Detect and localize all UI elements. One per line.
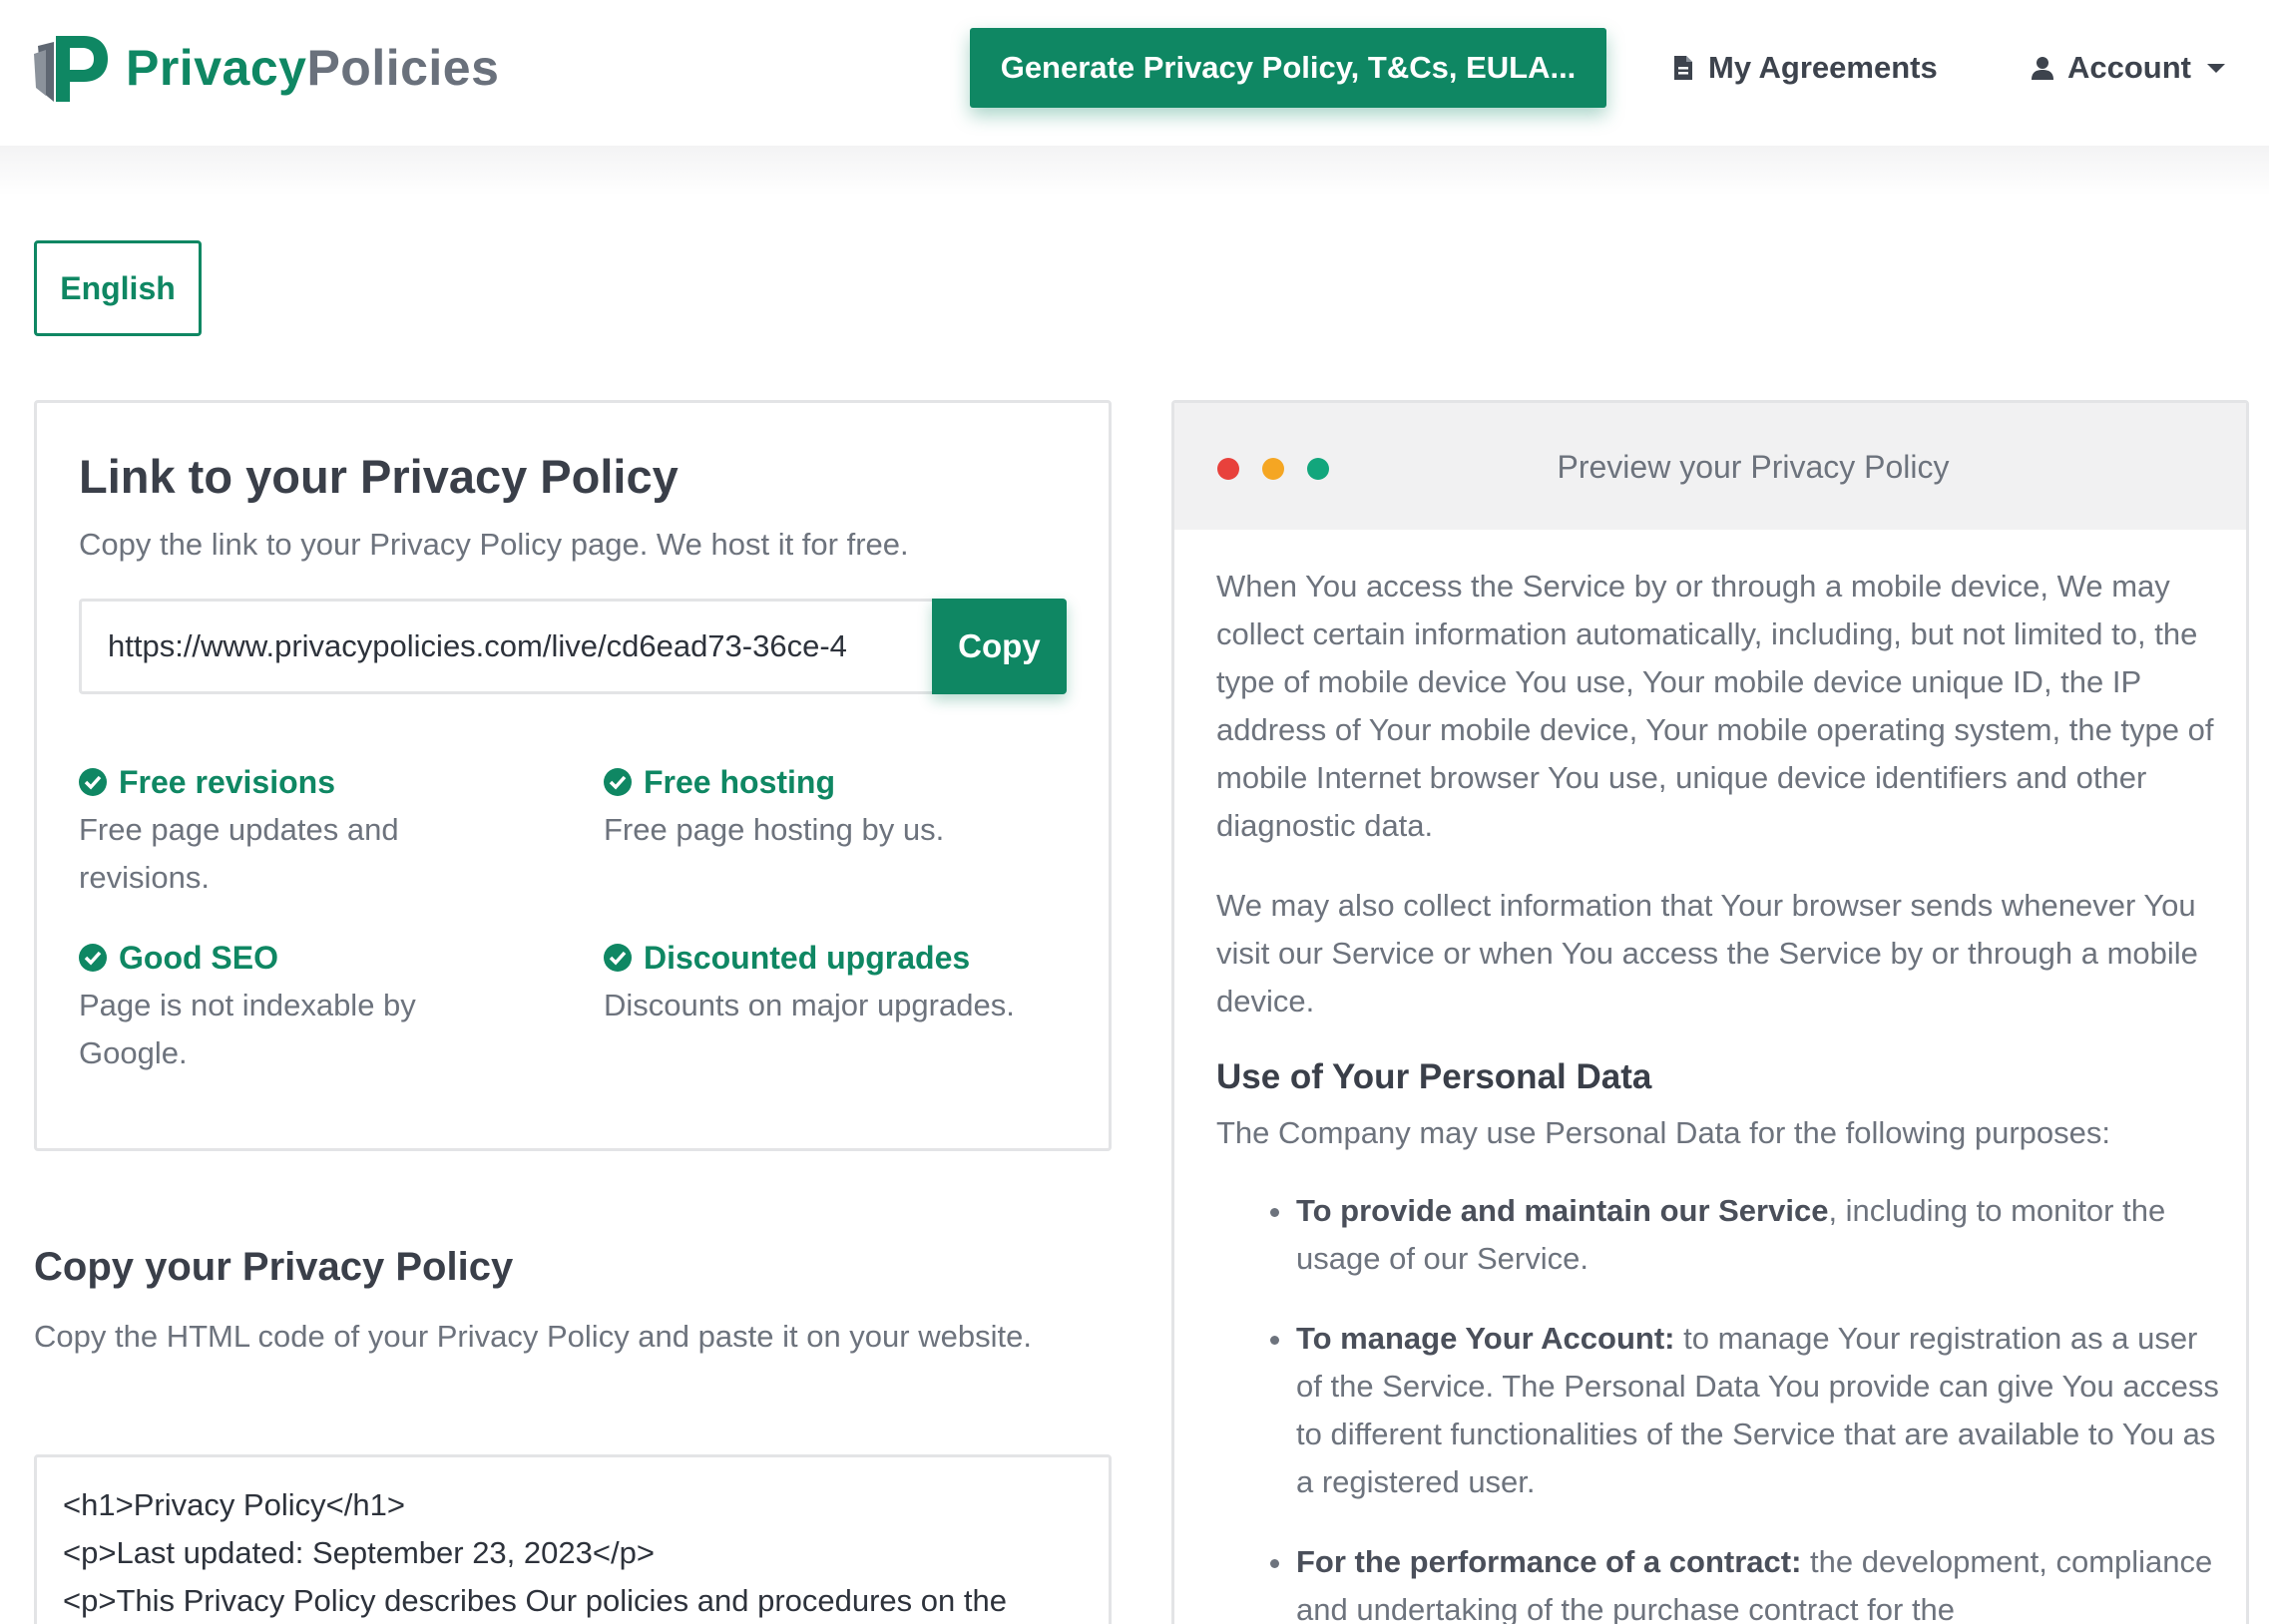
link-card-title: Link to your Privacy Policy xyxy=(79,450,679,503)
preview-title: Preview your Privacy Policy xyxy=(1557,449,1950,485)
policy-url-field[interactable]: https://www.privacypolicies.com/live/cd6… xyxy=(79,599,932,694)
url-group: https://www.privacypolicies.com/live/cd6… xyxy=(79,599,1067,694)
feature-free-hosting: Free hosting Free page hosting by us. xyxy=(604,760,1063,854)
link-card-subtitle: Copy the link to your Privacy Policy pag… xyxy=(79,527,909,562)
account-menu[interactable]: Account xyxy=(2032,44,2225,92)
check-circle-icon xyxy=(79,768,107,796)
copy-url-button[interactable]: Copy xyxy=(931,599,1067,694)
code-line: <h1>Privacy Policy</h1> xyxy=(63,1487,405,1522)
feature-desc: Page is not indexable by Google. xyxy=(79,988,416,1070)
header-divider xyxy=(0,146,2269,196)
logo-icon xyxy=(34,36,108,102)
user-icon xyxy=(2032,57,2053,80)
feature-free-revisions: Free revisions Free page updates and rev… xyxy=(79,760,538,902)
logo-text: PrivacyPolicies xyxy=(126,40,500,96)
feature-title: Discounted upgrades xyxy=(644,939,971,976)
preview-content: When You access the Service by or throug… xyxy=(1216,563,2224,1624)
feature-title: Free revisions xyxy=(119,763,335,800)
list-item: For the performance of a contract: the d… xyxy=(1270,1538,2224,1624)
copy-section-title: Copy your Privacy Policy xyxy=(34,1245,514,1289)
check-circle-icon xyxy=(79,944,107,972)
list-item: To manage Your Account: to manage Your r… xyxy=(1270,1315,2224,1506)
document-icon xyxy=(1674,56,1692,80)
preview-titlebar: Preview your Privacy Policy xyxy=(1174,403,2246,530)
generate-policy-button[interactable]: Generate Privacy Policy, T&Cs, EULA... xyxy=(970,28,1606,108)
language-button[interactable]: English xyxy=(34,240,202,336)
preview-heading: Use of Your Personal Data xyxy=(1216,1057,1652,1096)
feature-desc: Free page hosting by us. xyxy=(604,812,945,847)
copy-section-subtitle: Copy the HTML code of your Privacy Polic… xyxy=(34,1319,1032,1354)
preview-panel[interactable]: Preview your Privacy Policy When You acc… xyxy=(1171,400,2249,1624)
check-circle-icon xyxy=(604,944,632,972)
list-item: To provide and maintain our Service, inc… xyxy=(1270,1187,2224,1283)
check-circle-icon xyxy=(604,768,632,796)
feature-discounted-upgrades: Discounted upgrades Discounts on major u… xyxy=(604,936,1063,1029)
link-card: Link to your Privacy Policy Copy the lin… xyxy=(34,400,1112,1151)
feature-good-seo: Good SEO Page is not indexable by Google… xyxy=(79,936,538,1077)
feature-title: Good SEO xyxy=(119,939,278,976)
page: PrivacyPolicies Generate Privacy Policy,… xyxy=(0,0,2269,1624)
purpose-list: To provide and maintain our Service, inc… xyxy=(1216,1187,2224,1624)
my-agreements-label: My Agreements xyxy=(1708,50,1938,85)
feature-title: Free hosting xyxy=(644,763,836,800)
preview-paragraph: When You access the Service by or throug… xyxy=(1216,569,2214,843)
logo[interactable]: PrivacyPolicies xyxy=(32,32,499,104)
preview-paragraph: We may also collect information that You… xyxy=(1216,888,2198,1018)
my-agreements-link[interactable]: My Agreements xyxy=(1672,44,1938,92)
code-line: <p>This Privacy Policy describes Our pol… xyxy=(63,1583,1007,1618)
preview-paragraph: The Company may use Personal Data for th… xyxy=(1216,1115,2111,1150)
chevron-down-icon xyxy=(2207,63,2225,73)
code-line: <p>Last updated: September 23, 2023</p> xyxy=(63,1535,655,1570)
html-code-box[interactable]: <h1>Privacy Policy</h1> <p>Last updated:… xyxy=(34,1454,1112,1624)
top-header: PrivacyPolicies Generate Privacy Policy,… xyxy=(0,0,2269,146)
feature-desc: Free page updates and revisions. xyxy=(79,812,399,895)
account-label: Account xyxy=(2067,50,2191,85)
feature-desc: Discounts on major upgrades. xyxy=(604,988,1015,1022)
